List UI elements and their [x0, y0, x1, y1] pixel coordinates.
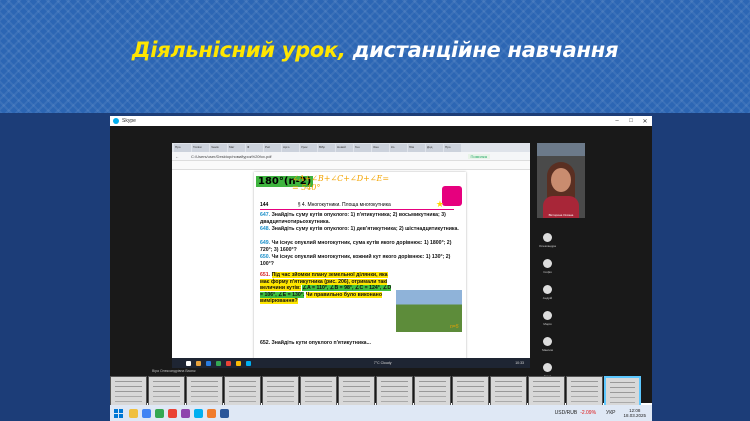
browser-tab[interactable]: Ченів — [210, 144, 227, 152]
opera-icon[interactable] — [168, 408, 177, 418]
pdf-toolbar — [172, 161, 530, 170]
participant[interactable]: Максим — [535, 333, 560, 359]
clock-date: 18.03.2025 — [623, 413, 646, 418]
banner-title: Діяльнісний урок, дистанційне навчання — [0, 38, 750, 62]
exercise-652: 652. Знайдіть кути опуклого п'ятикутника… — [260, 340, 371, 346]
browser-tab[interactable]: Урок — [300, 144, 317, 152]
handwriting-line: ∠A+∠B+∠C+∠D+∠E= — [292, 174, 390, 183]
language-indicator[interactable]: УКР — [606, 410, 615, 416]
browser-tab[interactable]: Мат — [228, 144, 245, 152]
exercise-651: 651. Під час зйомки плану земельної діля… — [260, 272, 392, 305]
webcam-tile-small[interactable] — [537, 143, 585, 157]
exercise: 650. Чи існує опуклий многокутник, кожни… — [260, 254, 451, 267]
webcam-name: Вікторина Оксана — [548, 213, 574, 217]
browser-tab[interactable]: Дод — [426, 144, 443, 152]
url-text: C:/Users/user/Desktop/новийурок%20fox.pd… — [191, 153, 272, 159]
close-button[interactable]: ✕ — [638, 118, 652, 125]
header-banner: Діяльнісний урок, дистанційне навчання — [0, 0, 750, 113]
maximize-button[interactable]: □ — [624, 118, 638, 125]
avatar — [543, 285, 552, 294]
browser-tab[interactable]: Гео — [354, 144, 371, 152]
browser-tab[interactable]: Вібр — [318, 144, 335, 152]
banner-title-highlight: Діяльнісний урок, — [131, 38, 346, 62]
browser-tabs: Про Топіки Ченів Мат Ф Рис Арго Урок Віб… — [172, 143, 530, 152]
browser-tab[interactable]: Рис — [264, 144, 281, 152]
participant[interactable]: Софія — [535, 255, 560, 281]
pdf-page: 180°(n-2) ∠A+∠B+∠C+∠D+∠E= = 540° ★ 144 §… — [254, 172, 466, 360]
exercise: 649. Чи існує опуклий многокутник, сума … — [260, 240, 452, 253]
page-number: 144 — [260, 202, 269, 208]
avatar — [543, 259, 552, 268]
banner-title-rest: дистанційне навчання — [345, 38, 619, 62]
system-tray: USD/RUB -2.09% УКР 12:08 18.03.2025 — [555, 408, 652, 418]
exercise: 647. Знайдіть суму кутів опуклого: 1) п'… — [260, 212, 446, 225]
clock[interactable]: 12:08 18.03.2025 — [623, 408, 646, 418]
back-icon[interactable]: ← — [175, 154, 179, 159]
participant[interactable]: Марія — [535, 307, 560, 333]
avatar — [543, 337, 552, 346]
app-icon — [236, 360, 241, 366]
avatar — [543, 311, 552, 320]
browser-tab[interactable]: Новий — [336, 144, 353, 152]
browser-tab[interactable]: Юм — [408, 144, 425, 152]
browser-tab[interactable]: Ф — [246, 144, 263, 152]
page-header: 144 § 4. Многокутники. Площа многокутник… — [260, 202, 454, 210]
skype-titlebar: Skype – □ ✕ — [110, 116, 652, 126]
participant-face — [551, 168, 571, 192]
call-area: Про Топіки Ченів Мат Ф Рис Арго Урок Віб… — [110, 126, 652, 409]
shared-taskbar: 7°C Cloudy 10:33 — [172, 358, 530, 368]
handwriting-n: n=5 — [450, 324, 459, 330]
browser-tab[interactable]: Топіки — [192, 144, 209, 152]
handwriting-line: = 540° — [292, 183, 321, 192]
inner-clock: 10:33 — [515, 361, 524, 365]
skype-icon[interactable] — [194, 408, 203, 418]
skype-window: Skype – □ ✕ Про Топіки Ченів Мат Ф Рис А… — [110, 116, 652, 421]
sync-button[interactable]: Помилка — [467, 153, 490, 159]
app-icon[interactable] — [207, 408, 216, 418]
start-icon[interactable] — [114, 408, 123, 418]
participant[interactable]: Андрій — [535, 281, 560, 307]
app-icon — [186, 360, 191, 366]
webcam-tile[interactable]: Вікторина Оксана — [537, 156, 585, 218]
app-icon — [196, 360, 201, 366]
app-icon — [226, 360, 231, 366]
browser-icon[interactable] — [142, 408, 151, 418]
shared-screen: Про Топіки Ченів Мат Ф Рис Арго Урок Віб… — [172, 143, 530, 368]
ticker-label: USD/RUB — [554, 410, 578, 416]
presenter-name: Віра Олександрівна Васюк — [152, 369, 196, 373]
folder-icon[interactable] — [129, 408, 138, 418]
word-icon[interactable] — [220, 408, 229, 418]
avatar — [543, 233, 552, 242]
browser-tab[interactable]: Ко — [390, 144, 407, 152]
weather-status: 7°C Cloudy — [373, 361, 392, 365]
browser-tab[interactable]: Про — [174, 144, 191, 152]
handwriting-note: ∠A+∠B+∠C+∠D+∠E= = 540° — [292, 174, 389, 192]
skype-window-title: Skype — [122, 118, 136, 124]
app-icon[interactable] — [181, 408, 190, 418]
windows-taskbar: USD/RUB -2.09% УКР 12:08 18.03.2025 — [110, 405, 652, 421]
chrome-icon[interactable] — [155, 408, 164, 418]
exercise: 648. Знайдіть суму кутів опуклого: 1) де… — [260, 226, 459, 232]
ticker-change: -2.09% — [580, 410, 597, 416]
minimize-button[interactable]: – — [610, 118, 624, 125]
app-icon — [206, 360, 211, 366]
participant[interactable]: Олександра — [535, 229, 560, 255]
app-icon — [216, 360, 221, 366]
address-bar[interactable]: ← C:/Users/user/Desktop/новийурок%20fox.… — [172, 152, 530, 161]
section-title: § 4. Многокутники. Площа многокутника — [297, 202, 391, 208]
browser-tab[interactable]: Арго — [282, 144, 299, 152]
browser-tab[interactable]: Про — [444, 144, 461, 152]
browser-tab[interactable]: Зош — [372, 144, 389, 152]
app-icon — [246, 360, 251, 366]
skype-logo-icon — [113, 118, 119, 124]
